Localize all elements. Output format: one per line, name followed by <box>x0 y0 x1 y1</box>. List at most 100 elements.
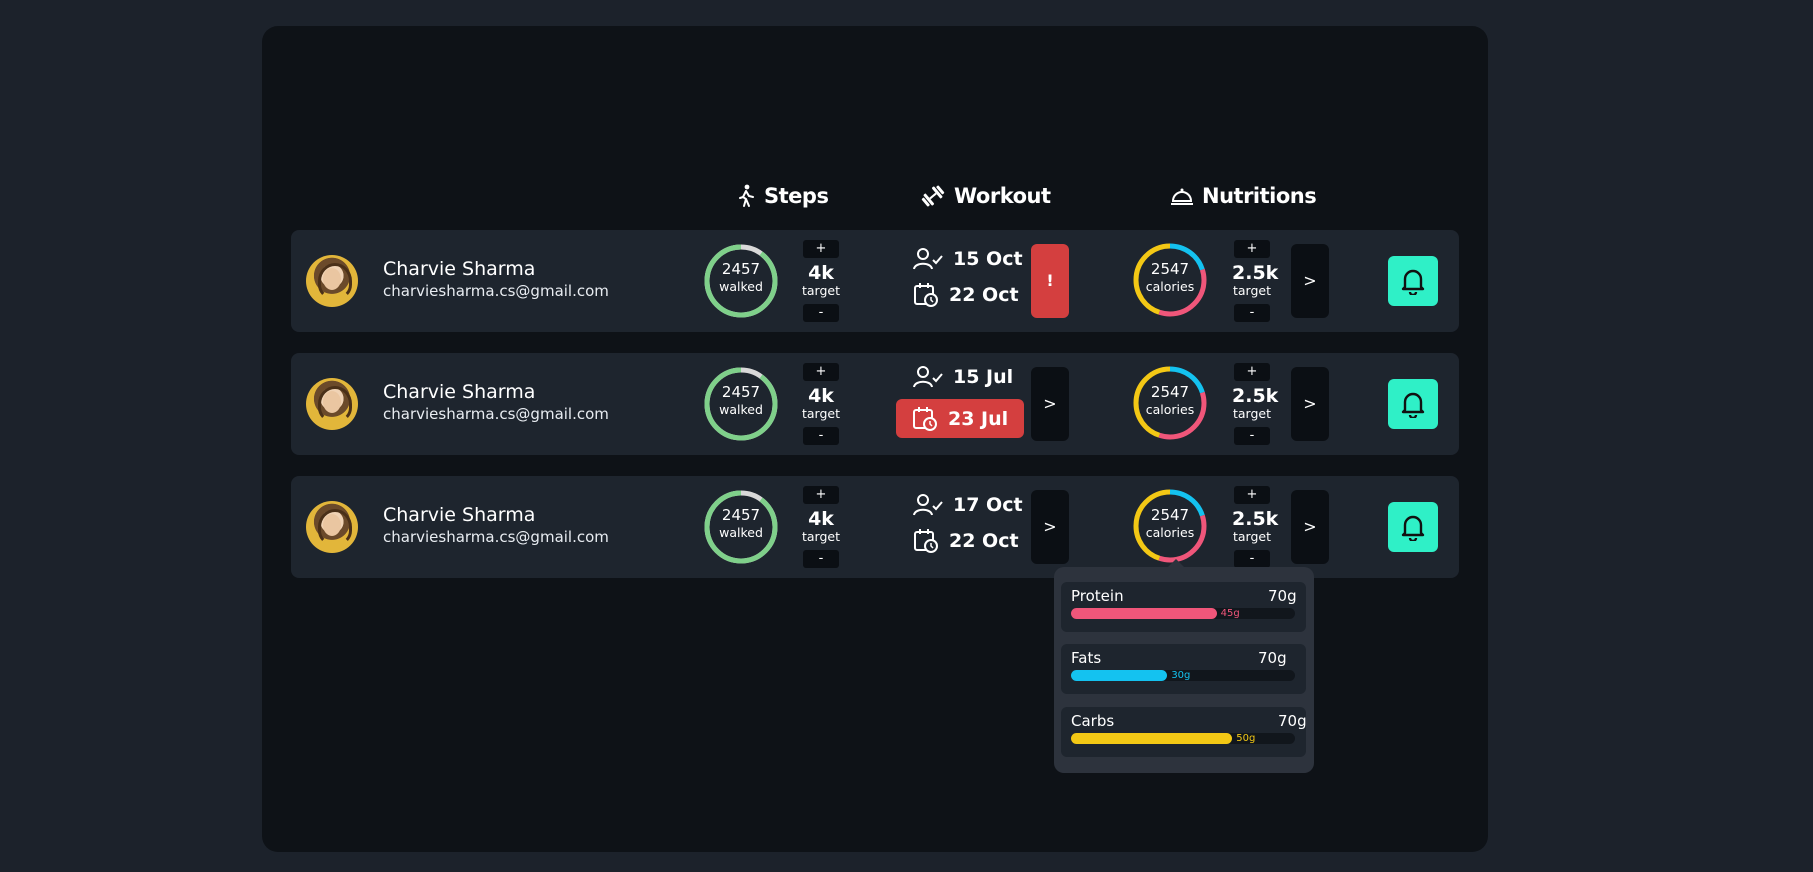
workout-done-date: 17 Oct <box>913 493 1023 517</box>
macro-fats: Fats 70g 30g <box>1061 644 1306 694</box>
increase-calories-target-button[interactable]: + <box>1234 363 1270 381</box>
avatar[interactable] <box>306 378 358 430</box>
macro-protein: Protein 70g 45g <box>1061 582 1306 632</box>
decrease-steps-target-button[interactable]: - <box>803 427 839 445</box>
calories-target-label: target <box>1232 283 1271 298</box>
header-nutritions-label: Nutritions <box>1202 184 1317 208</box>
steps-readout: 2457 walked <box>703 506 779 540</box>
calories-target-stepper: + 2.5k target - <box>1232 486 1279 568</box>
macro-amount: 70g <box>1268 587 1297 605</box>
steps-readout: 2457 walked <box>703 383 779 417</box>
workout-details-button[interactable]: > <box>1031 490 1069 564</box>
client-email: charviesharma.cs@gmail.com <box>383 528 609 546</box>
client-row: Charvie Sharma charviesharma.cs@gmail.co… <box>291 476 1459 578</box>
header-steps: Steps <box>736 181 829 211</box>
calories-target-value: 2.5k <box>1232 508 1279 530</box>
calendar-clock-icon <box>914 529 938 553</box>
workout-scheduled-date-overdue[interactable]: 23 Jul <box>896 399 1025 438</box>
steps-target-label: target <box>801 406 840 421</box>
nutrition-details-button[interactable]: > <box>1291 490 1329 564</box>
notify-button[interactable] <box>1388 256 1438 306</box>
header-steps-label: Steps <box>764 184 829 208</box>
walking-icon <box>739 184 754 207</box>
calories-unit: calories <box>1145 524 1195 540</box>
workout-alert-button[interactable]: ! <box>1031 244 1069 318</box>
macro-progress-fill <box>1071 608 1217 619</box>
steps-target-label: target <box>801 529 840 544</box>
steps-value: 2457 <box>721 260 761 278</box>
bell-icon <box>1401 269 1425 295</box>
steps-unit: walked <box>719 524 763 540</box>
decrease-calories-target-button[interactable]: - <box>1234 304 1270 322</box>
calories-unit: calories <box>1145 278 1195 294</box>
macro-progress-bar: 50g <box>1071 733 1295 744</box>
macro-progress-bar: 30g <box>1071 670 1295 681</box>
macro-label: Protein <box>1071 587 1124 605</box>
nutrition-details-button[interactable]: > <box>1291 367 1329 441</box>
decrease-steps-target-button[interactable]: - <box>803 304 839 322</box>
steps-target-value: 4k <box>808 385 834 407</box>
notify-button[interactable] <box>1388 502 1438 552</box>
avatar[interactable] <box>306 501 358 553</box>
macro-value: 50g <box>1236 733 1256 744</box>
macro-carbs: Carbs 70g 50g <box>1061 707 1307 757</box>
decrease-calories-target-button[interactable]: - <box>1234 427 1270 445</box>
notify-button[interactable] <box>1388 379 1438 429</box>
user-check-icon <box>913 366 943 388</box>
increase-steps-target-button[interactable]: + <box>803 363 839 381</box>
macro-progress-fill <box>1071 670 1168 681</box>
client-email: charviesharma.cs@gmail.com <box>383 405 609 423</box>
steps-target-value: 4k <box>808 508 834 530</box>
increase-steps-target-button[interactable]: + <box>803 486 839 504</box>
steps-target-value: 4k <box>808 262 834 284</box>
macros-popup: Protein 70g 45g Fats 70g 30g Carbs 70g 5… <box>1054 559 1314 773</box>
steps-target-stepper: + 4k target - <box>801 486 841 568</box>
header-workout-label: Workout <box>954 184 1051 208</box>
steps-unit: walked <box>719 401 763 417</box>
macro-value: 45g <box>1220 608 1240 619</box>
workout-scheduled-date-text: 23 Jul <box>948 407 1009 430</box>
calories-target-label: target <box>1232 529 1271 544</box>
increase-calories-target-button[interactable]: + <box>1234 240 1270 258</box>
macro-label: Carbs <box>1071 712 1115 730</box>
steps-target-label: target <box>801 283 840 298</box>
calories-value: 2547 <box>1150 506 1190 524</box>
increase-steps-target-button[interactable]: + <box>803 240 839 258</box>
macro-amount: 70g <box>1278 712 1307 730</box>
workout-scheduled-date-text: 22 Oct <box>949 284 1019 306</box>
calories-target-stepper: + 2.5k target - <box>1232 363 1278 445</box>
macro-label: Fats <box>1071 649 1102 667</box>
calories-readout: 2547 calories <box>1132 383 1208 417</box>
workout-scheduled-date-text: 22 Oct <box>949 530 1019 552</box>
calories-target-value: 2.5k <box>1232 262 1279 284</box>
macro-progress-fill <box>1071 733 1233 744</box>
steps-unit: walked <box>719 278 763 294</box>
workout-details-button[interactable]: > <box>1031 367 1069 441</box>
calendar-clock-icon <box>914 283 938 307</box>
increase-calories-target-button[interactable]: + <box>1234 486 1270 504</box>
decrease-steps-target-button[interactable]: - <box>803 550 839 568</box>
nutrition-details-button[interactable]: > <box>1291 244 1329 318</box>
steps-value: 2457 <box>721 383 761 401</box>
calories-target-stepper: + 2.5k target - <box>1232 240 1279 322</box>
workout-done-date-text: 15 Jul <box>953 366 1014 388</box>
dumbbell-icon <box>921 185 945 207</box>
client-name: Charvie Sharma <box>383 381 536 403</box>
calories-value: 2547 <box>1150 260 1190 278</box>
steps-value: 2457 <box>721 506 761 524</box>
workout-done-date: 15 Oct <box>913 247 1023 271</box>
calories-target-label: target <box>1232 406 1271 421</box>
macro-progress-bar: 45g <box>1071 608 1295 619</box>
header-workout: Workout <box>920 181 1051 211</box>
avatar[interactable] <box>306 255 358 307</box>
macro-amount: 70g <box>1258 649 1287 667</box>
decrease-calories-target-button[interactable]: - <box>1234 550 1270 568</box>
client-email: charviesharma.cs@gmail.com <box>383 282 609 300</box>
calories-value: 2547 <box>1150 383 1190 401</box>
client-name: Charvie Sharma <box>383 258 536 280</box>
bell-icon <box>1401 392 1425 418</box>
workout-scheduled-date: 22 Oct <box>913 528 1019 554</box>
calories-readout: 2547 calories <box>1132 506 1208 540</box>
client-row: Charvie Sharma charviesharma.cs@gmail.co… <box>291 230 1459 332</box>
client-row: Charvie Sharma charviesharma.cs@gmail.co… <box>291 353 1459 455</box>
